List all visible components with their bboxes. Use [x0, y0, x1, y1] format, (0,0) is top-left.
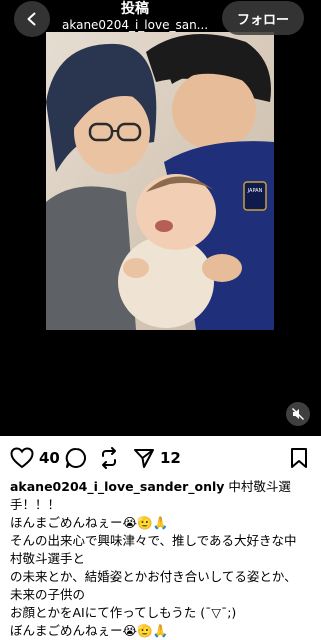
like-action[interactable]: 40: [10, 446, 60, 470]
caption-line: そんの出来心で興味津々で、推しである大好きな中: [10, 533, 297, 548]
caption-line: ぼんまごめんねぇー😭🫡🙏: [10, 623, 169, 638]
mute-button[interactable]: [286, 402, 310, 426]
back-button[interactable]: [14, 1, 50, 37]
comment-action[interactable]: [65, 446, 87, 470]
save-action[interactable]: [290, 446, 308, 470]
share-action[interactable]: 12: [133, 446, 181, 470]
post-media[interactable]: JAPAN 投稿 akane0204_i_love_san... フォロー: [0, 0, 321, 436]
post-header: 投稿 akane0204_i_love_san... フォロー: [0, 0, 321, 40]
caption-line: ほんまごめんねぇー😭🫡🙏: [10, 515, 169, 530]
caption-line: 村敬斗選手と: [10, 551, 86, 566]
action-bar: 40 12: [0, 436, 321, 480]
caption-line: お顔とかをAIにて作ってしもうた (¯▽¯;): [10, 605, 237, 620]
page-title: 投稿: [121, 1, 149, 17]
send-icon[interactable]: [133, 447, 155, 469]
heart-icon[interactable]: [10, 447, 34, 469]
post-caption: akane0204_i_love_sander_only 中村敬斗選 手！！！ …: [10, 478, 314, 640]
share-count: 12: [160, 449, 181, 467]
chevron-left-icon: [27, 12, 36, 26]
follow-button[interactable]: フォロー: [222, 1, 304, 35]
like-count: 40: [39, 449, 60, 467]
caption-line: の未来とか、結婚姿とかお付き合いしてる姿とか、: [10, 569, 297, 584]
comment-icon[interactable]: [65, 447, 87, 469]
post-photo: JAPAN: [46, 32, 274, 330]
caption-line: 未来の子供の: [10, 587, 86, 602]
jersey-text: JAPAN: [247, 188, 263, 194]
speaker-muted-icon: [291, 407, 305, 421]
caption-username[interactable]: akane0204_i_love_sander_only: [10, 479, 224, 494]
repost-action[interactable]: [98, 446, 120, 470]
caption-line: 手！！！: [10, 497, 61, 512]
repost-icon[interactable]: [98, 447, 120, 469]
caption-text-first: 中村敬斗選: [224, 479, 291, 494]
author-username[interactable]: akane0204_i_love_san...: [62, 17, 214, 33]
bookmark-icon[interactable]: [290, 447, 308, 469]
